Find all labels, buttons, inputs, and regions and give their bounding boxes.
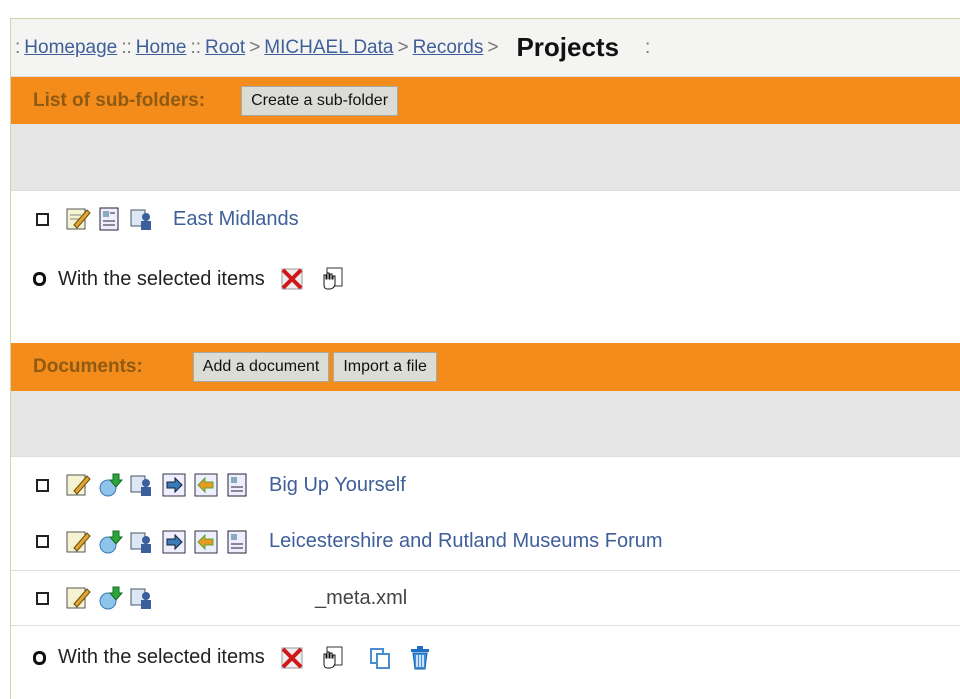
document-link[interactable]: Big Up Yourself	[269, 474, 406, 497]
properties-icon[interactable]	[223, 527, 253, 557]
breadcrumb-separator: >	[249, 36, 261, 58]
breadcrumb-separator: ::	[190, 36, 202, 58]
breadcrumb-separator: ::	[121, 36, 132, 58]
download-icon[interactable]	[95, 583, 125, 613]
document-link[interactable]: Leicestershire and Rutland Museums Forum	[269, 530, 663, 553]
move-right-icon[interactable]	[159, 527, 189, 557]
move-left-icon[interactable]	[191, 527, 221, 557]
table-row: _meta.xml	[11, 571, 960, 626]
breadcrumb-separator: :	[645, 36, 651, 58]
item-checkbox[interactable]	[36, 478, 49, 492]
create-subfolder-button[interactable]: Create a sub-folder	[241, 85, 399, 116]
selected-items-label: With the selected items	[58, 646, 265, 668]
trash-icon[interactable]	[405, 643, 435, 673]
edit-icon[interactable]	[63, 470, 93, 500]
breadcrumb-home-link[interactable]: Home	[136, 37, 187, 59]
list-item: East Midlands	[11, 190, 960, 248]
table-row: Leicestershire and Rutland Museums Forum	[11, 513, 960, 571]
breadcrumb-michael-data-link[interactable]: MICHAEL Data	[264, 37, 393, 59]
import-file-button[interactable]: Import a file	[333, 352, 437, 382]
move-right-icon[interactable]	[159, 470, 189, 500]
copy-icon[interactable]	[365, 643, 395, 673]
delete-x-icon[interactable]	[277, 643, 307, 673]
add-document-button[interactable]: Add a document	[192, 352, 330, 382]
edit-icon[interactable]	[63, 583, 93, 613]
table-row: Big Up Yourself	[11, 456, 960, 514]
document-name: _meta.xml	[315, 586, 408, 609]
delete-x-icon[interactable]	[277, 264, 307, 294]
breadcrumb-current: Projects	[516, 32, 620, 62]
select-all-toggle[interactable]	[33, 272, 46, 286]
breadcrumb-root-link[interactable]: Root	[205, 37, 245, 59]
permissions-icon[interactable]	[127, 583, 157, 613]
subfolders-header: List of sub-folders: Create a sub-folder	[11, 77, 960, 124]
edit-icon[interactable]	[63, 527, 93, 557]
documents-bulk-actions: With the selected items	[11, 626, 960, 689]
move-left-icon[interactable]	[191, 470, 221, 500]
permissions-icon[interactable]	[127, 470, 157, 500]
documents-column-header	[11, 391, 960, 456]
select-all-toggle[interactable]	[33, 650, 46, 665]
selected-items-label: With the selected items	[58, 267, 265, 290]
breadcrumb: : Homepage :: Home :: Root > MICHAEL Dat…	[11, 19, 960, 77]
breadcrumb-separator: >	[397, 36, 409, 58]
move-hand-icon[interactable]	[317, 643, 347, 673]
download-icon[interactable]	[95, 527, 125, 557]
documents-title: Documents:	[33, 356, 143, 377]
item-checkbox[interactable]	[36, 535, 49, 548]
properties-icon[interactable]	[95, 204, 125, 234]
subfolders-title: List of sub-folders:	[33, 89, 206, 111]
item-checkbox[interactable]	[36, 591, 49, 605]
breadcrumb-separator: :	[15, 36, 21, 58]
breadcrumb-records-link[interactable]: Records	[413, 37, 484, 59]
move-hand-icon[interactable]	[317, 264, 347, 294]
documents-header: Documents: Add a document Import a file	[11, 343, 960, 391]
breadcrumb-separator: >	[487, 36, 499, 58]
breadcrumb-homepage-link[interactable]: Homepage	[24, 37, 117, 59]
subfolder-link[interactable]: East Midlands	[173, 208, 299, 231]
item-checkbox[interactable]	[36, 212, 49, 226]
subfolders-column-header	[11, 124, 960, 190]
subfolders-bulk-actions: With the selected items	[11, 247, 960, 311]
properties-icon[interactable]	[223, 470, 253, 500]
download-icon[interactable]	[95, 470, 125, 500]
permissions-icon[interactable]	[127, 204, 157, 234]
permissions-icon[interactable]	[127, 527, 157, 557]
edit-icon[interactable]	[63, 204, 93, 234]
